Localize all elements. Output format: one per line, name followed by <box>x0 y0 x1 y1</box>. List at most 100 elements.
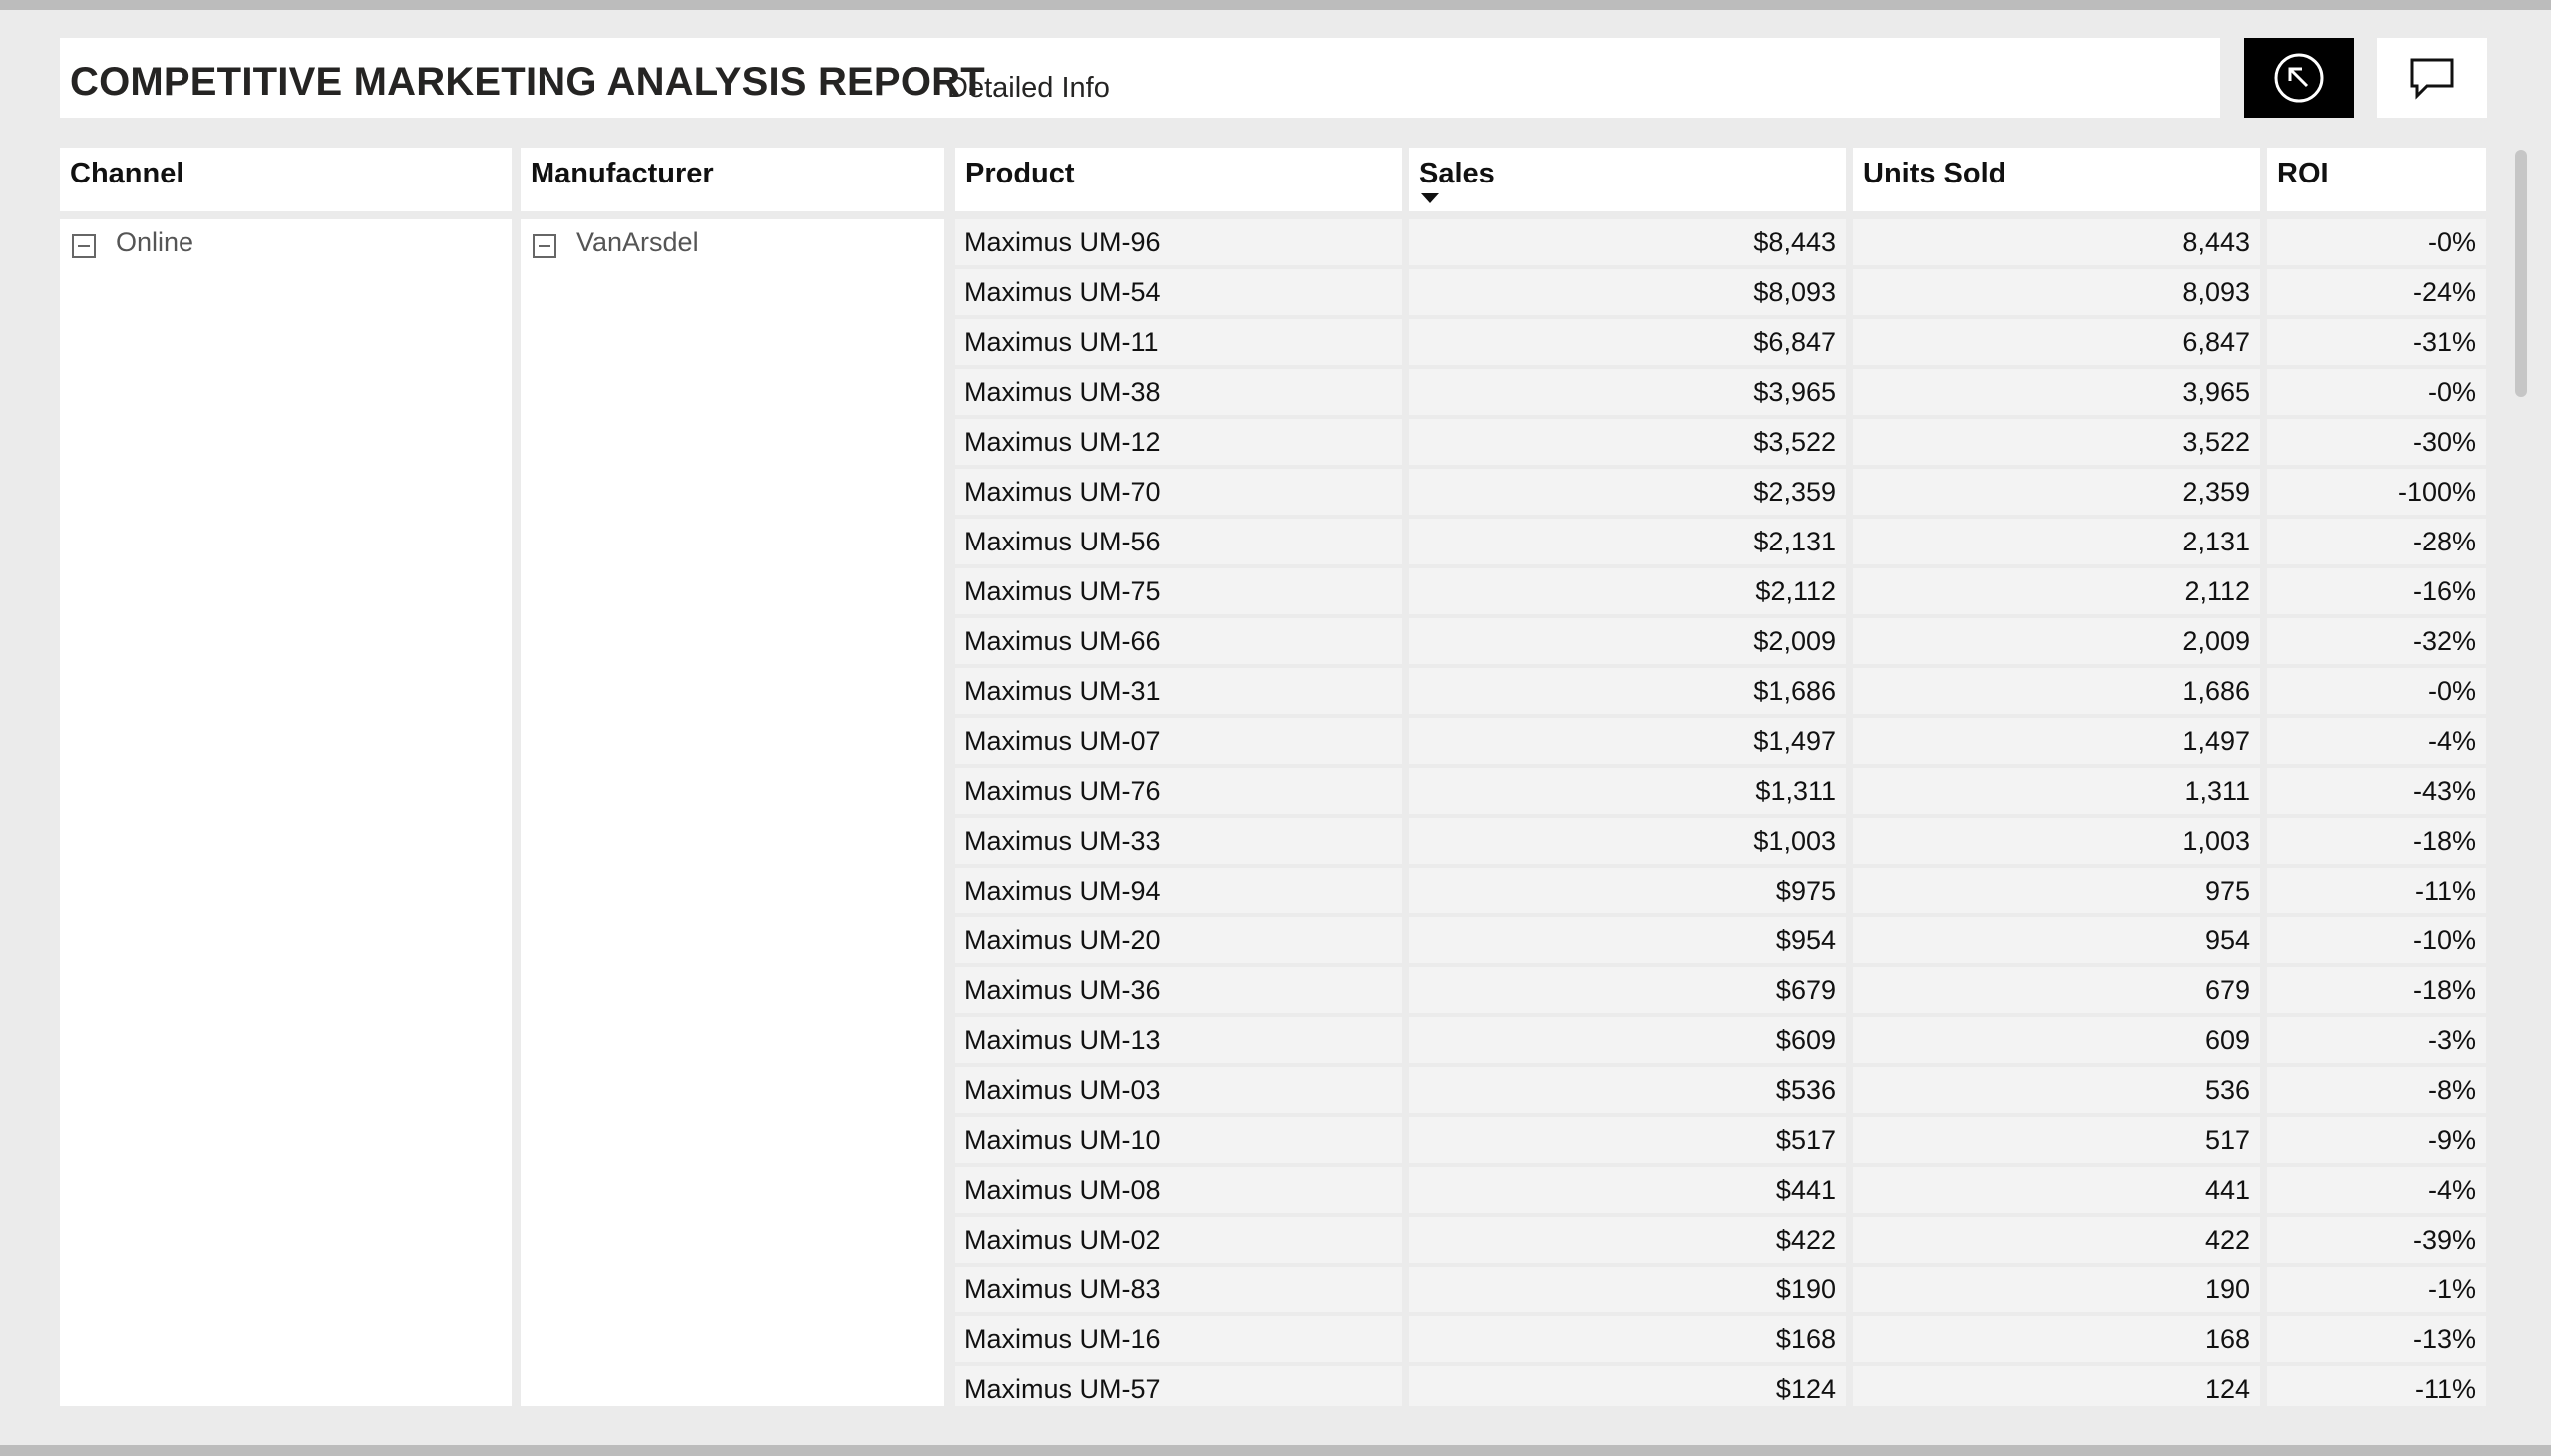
table-row[interactable]: Maximus UM-07 $1,497 1,497 -4% <box>0 718 2551 768</box>
column-header-label: Manufacturer <box>531 158 714 189</box>
column-header-roi[interactable]: ROI <box>2267 148 2486 211</box>
units-sold-cell: 2,131 <box>1853 519 2260 564</box>
table-row[interactable]: Maximus UM-70 $2,359 2,359 -100% <box>0 469 2551 519</box>
table-row[interactable]: Maximus UM-56 $2,131 2,131 -28% <box>0 519 2551 568</box>
units-sold-cell: 168 <box>1853 1316 2260 1362</box>
table-row[interactable]: Maximus UM-94 $975 975 -11% <box>0 868 2551 917</box>
table-row[interactable]: Maximus UM-76 $1,311 1,311 -43% <box>0 768 2551 818</box>
roi-cell: -0% <box>2267 219 2486 265</box>
table-row[interactable]: Maximus UM-83 $190 190 -1% <box>0 1267 2551 1316</box>
roi-cell: -11% <box>2267 1366 2486 1406</box>
table-row[interactable]: Maximus UM-20 $954 954 -10% <box>0 917 2551 967</box>
roi-cell: -0% <box>2267 369 2486 415</box>
column-header-units-sold[interactable]: Units Sold <box>1853 148 2260 211</box>
roi-cell: -32% <box>2267 618 2486 664</box>
sales-cell: $1,497 <box>1409 718 1846 764</box>
table-row[interactable]: Maximus UM-75 $2,112 2,112 -16% <box>0 568 2551 618</box>
units-sold-cell: 2,359 <box>1853 469 2260 515</box>
product-cell: Maximus UM-03 <box>955 1067 1402 1113</box>
product-cell: Maximus UM-08 <box>955 1167 1402 1213</box>
column-header-sales[interactable]: Sales <box>1409 148 1846 211</box>
report-header: COMPETITIVE MARKETING ANALYSIS REPORT De… <box>60 38 2272 118</box>
sales-cell: $168 <box>1409 1316 1846 1362</box>
sales-cell: $3,965 <box>1409 369 1846 415</box>
roi-cell: -10% <box>2267 917 2486 963</box>
table-row[interactable]: Maximus UM-11 $6,847 6,847 -31% <box>0 319 2551 369</box>
table-row[interactable]: Maximus UM-08 $441 441 -4% <box>0 1167 2551 1217</box>
column-header-label: Channel <box>70 158 184 189</box>
sales-cell: $2,112 <box>1409 568 1846 614</box>
table-row[interactable]: Maximus UM-38 $3,965 3,965 -0% <box>0 369 2551 419</box>
top-border <box>0 0 2551 10</box>
sales-cell: $975 <box>1409 868 1846 913</box>
table-row[interactable]: Maximus UM-31 $1,686 1,686 -0% <box>0 668 2551 718</box>
table-body: Maximus UM-96 $8,443 8,443 -0% Maximus UM-54… <box>0 219 2551 1406</box>
back-button[interactable] <box>2244 38 2354 118</box>
roi-cell: -24% <box>2267 269 2486 315</box>
units-sold-cell: 8,443 <box>1853 219 2260 265</box>
table-row[interactable]: Maximus UM-57 $124 124 -11% <box>0 1366 2551 1406</box>
table-row[interactable]: Maximus UM-96 $8,443 8,443 -0% <box>0 219 2551 269</box>
sales-cell: $190 <box>1409 1267 1846 1312</box>
product-cell: Maximus UM-38 <box>955 369 1402 415</box>
product-cell: Maximus UM-94 <box>955 868 1402 913</box>
comment-icon <box>2410 58 2454 100</box>
sort-descending-icon <box>1421 193 1439 203</box>
units-sold-cell: 6,847 <box>1853 319 2260 365</box>
product-cell: Maximus UM-75 <box>955 568 1402 614</box>
product-cell: Maximus UM-66 <box>955 618 1402 664</box>
product-cell: Maximus UM-83 <box>955 1267 1402 1312</box>
column-header-manufacturer[interactable]: Manufacturer <box>521 148 944 211</box>
roi-cell: -8% <box>2267 1067 2486 1113</box>
units-sold-cell: 1,311 <box>1853 768 2260 814</box>
units-sold-cell: 1,686 <box>1853 668 2260 714</box>
sales-cell: $422 <box>1409 1217 1846 1263</box>
table-row[interactable]: Maximus UM-36 $679 679 -18% <box>0 967 2551 1017</box>
sales-cell: $2,131 <box>1409 519 1846 564</box>
product-cell: Maximus UM-96 <box>955 219 1402 265</box>
units-sold-cell: 3,965 <box>1853 369 2260 415</box>
roi-cell: -28% <box>2267 519 2486 564</box>
units-sold-cell: 517 <box>1853 1117 2260 1163</box>
table-scrollbar-thumb[interactable] <box>2515 150 2527 397</box>
table-row[interactable]: Maximus UM-54 $8,093 8,093 -24% <box>0 269 2551 319</box>
table-row[interactable]: Maximus UM-16 $168 168 -13% <box>0 1316 2551 1366</box>
product-cell: Maximus UM-57 <box>955 1366 1402 1406</box>
sales-cell: $609 <box>1409 1017 1846 1063</box>
sales-cell: $3,522 <box>1409 419 1846 465</box>
product-cell: Maximus UM-76 <box>955 768 1402 814</box>
product-cell: Maximus UM-02 <box>955 1217 1402 1263</box>
table-row[interactable]: Maximus UM-03 $536 536 -8% <box>0 1067 2551 1117</box>
product-cell: Maximus UM-54 <box>955 269 1402 315</box>
units-sold-cell: 2,009 <box>1853 618 2260 664</box>
roi-cell: -31% <box>2267 319 2486 365</box>
column-header-channel[interactable]: Channel <box>60 148 512 211</box>
roi-cell: -3% <box>2267 1017 2486 1063</box>
units-sold-cell: 422 <box>1853 1217 2260 1263</box>
sales-cell: $517 <box>1409 1117 1846 1163</box>
product-cell: Maximus UM-70 <box>955 469 1402 515</box>
roi-cell: -13% <box>2267 1316 2486 1362</box>
page-subtitle: Detailed Info <box>947 72 1110 104</box>
table-row[interactable]: Maximus UM-12 $3,522 3,522 -30% <box>0 419 2551 469</box>
units-sold-cell: 1,497 <box>1853 718 2260 764</box>
sales-cell: $441 <box>1409 1167 1846 1213</box>
table-row[interactable]: Maximus UM-66 $2,009 2,009 -32% <box>0 618 2551 668</box>
roi-cell: -9% <box>2267 1117 2486 1163</box>
table-row[interactable]: Maximus UM-13 $609 609 -3% <box>0 1017 2551 1067</box>
table-row[interactable]: Maximus UM-33 $1,003 1,003 -18% <box>0 818 2551 868</box>
product-cell: Maximus UM-12 <box>955 419 1402 465</box>
sales-cell: $2,009 <box>1409 618 1846 664</box>
roi-cell: -18% <box>2267 818 2486 864</box>
column-header-product[interactable]: Product <box>955 148 1402 211</box>
back-arrow-circle-icon <box>2274 53 2324 103</box>
column-header-label: Product <box>965 158 1075 189</box>
roi-cell: -11% <box>2267 868 2486 913</box>
sales-cell: $1,003 <box>1409 818 1846 864</box>
comment-button[interactable] <box>2377 38 2487 118</box>
roi-cell: -43% <box>2267 768 2486 814</box>
units-sold-cell: 124 <box>1853 1366 2260 1406</box>
table-row[interactable]: Maximus UM-10 $517 517 -9% <box>0 1117 2551 1167</box>
sales-cell: $124 <box>1409 1366 1846 1406</box>
table-row[interactable]: Maximus UM-02 $422 422 -39% <box>0 1217 2551 1267</box>
